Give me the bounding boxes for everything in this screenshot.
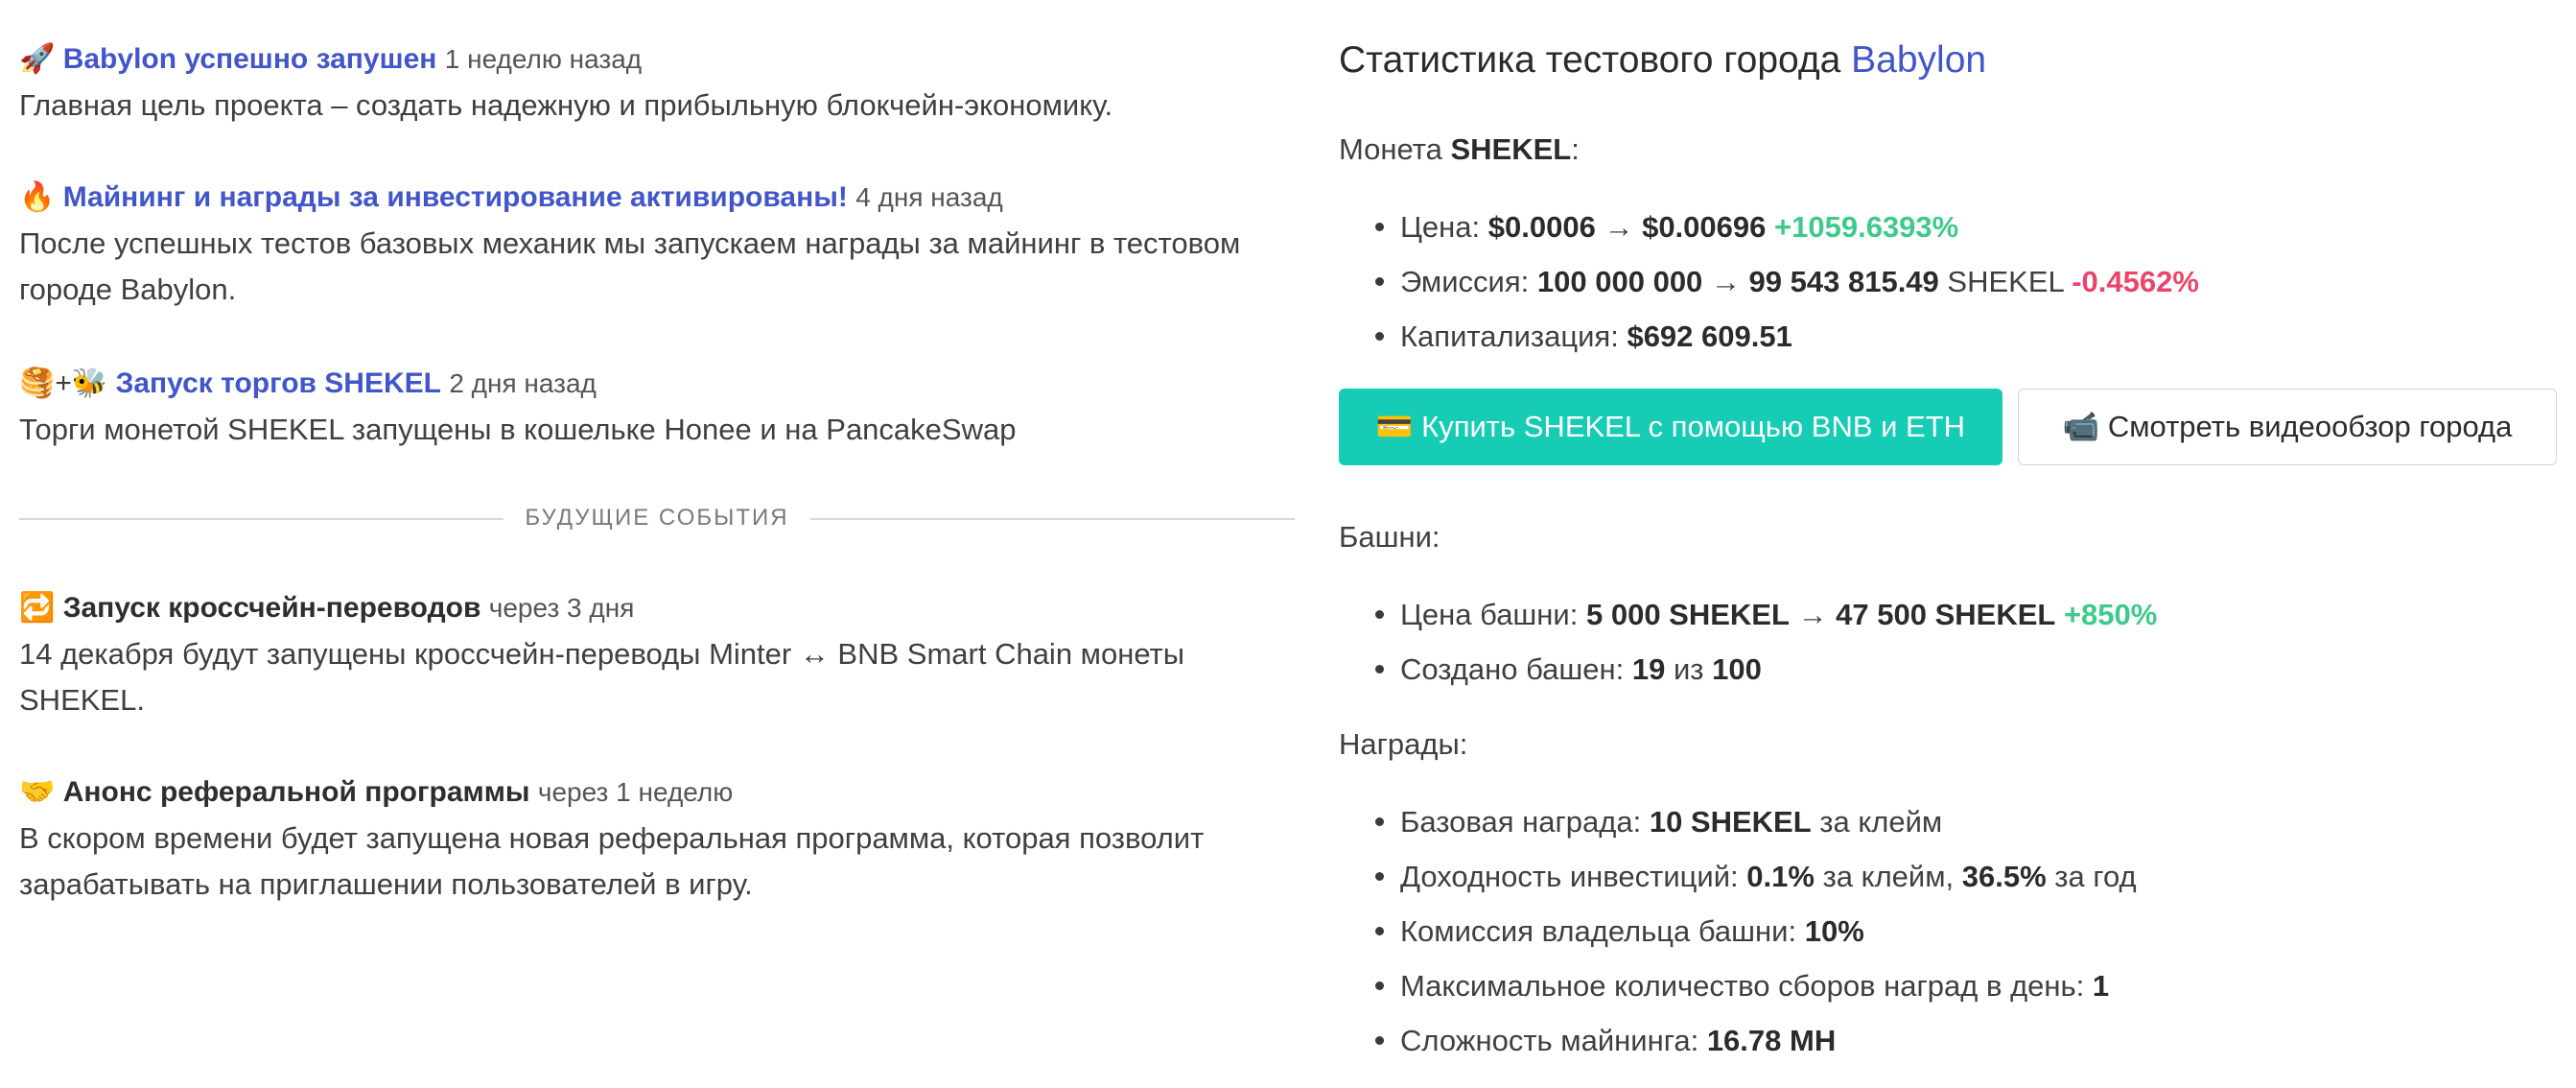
city-name-link[interactable]: Babylon [1851, 39, 1986, 81]
towers-created-row: Создано башен: 19 из 100 [1339, 642, 2157, 697]
per-claim: за клейм [1819, 805, 1943, 839]
difficulty: 16.78 MH [1706, 1024, 1837, 1057]
tower-price-row: Цена башни: 5 000 SHEKEL → 47 500 SHEKEL… [1339, 587, 2157, 642]
price-from: $0.0006 [1487, 210, 1596, 244]
emission-unit: SHEKEL [1947, 265, 2064, 298]
base-reward-value: 10 SHEKEL [1649, 805, 1812, 839]
emission-to: 99 543 815.49 [1748, 265, 1939, 298]
price-change: +1059.6393% [1774, 210, 1959, 244]
news-title-link[interactable]: Майнинг и награды за инвестирование акти… [63, 181, 848, 213]
emission-row: Эмиссия: 100 000 000 → 99 543 815.49 SHE… [1339, 254, 2199, 309]
towers-of: из [1673, 652, 1704, 686]
future-events-label: БУДУЩИЕ СОБЫТИЯ [503, 505, 810, 531]
news-body: Торги монетой SHEKEL запущены в кошельке… [19, 413, 1017, 446]
rewards-label: Награды: [1339, 727, 1468, 761]
stats-title-text: Статистика тестового города [1339, 39, 1841, 81]
tower-price-from: 5 000 SHEKEL [1585, 598, 1790, 631]
fire-icon: 🔥 [19, 181, 56, 213]
yield-year: 36.5% [1961, 860, 2047, 893]
price-label: Цена: [1400, 210, 1481, 244]
base-reward-row: Базовая награда: 10 SHEKEL за клейм [1339, 794, 2137, 849]
cap-value: $692 609.51 [1627, 319, 1792, 353]
emission-from: 100 000 000 [1536, 265, 1703, 298]
rocket-icon: 🚀 [19, 43, 56, 75]
cap-label: Капитализация: [1400, 319, 1619, 353]
tower-price-change: +850% [2063, 598, 2158, 631]
price-row: Цена: $0.0006 → $0.00696 +1059.6393% [1339, 200, 2199, 254]
future-events-divider: БУДУЩИЕ СОБЫТИЯ [19, 503, 1295, 533]
emission-label: Эмиссия: [1400, 265, 1530, 298]
owner-fee-label: Комиссия владельца башни: [1400, 914, 1797, 948]
handshake-icon: 🤝 [19, 776, 56, 808]
future-item: 🤝 Анонс реферальной программы через 1 не… [19, 773, 1295, 908]
tower-price-to: 47 500 SHEKEL [1836, 598, 2056, 631]
tower-price-label: Цена башни: [1400, 598, 1579, 631]
repeat-icon: 🔁 [19, 592, 56, 624]
future-title: Анонс реферальной программы [62, 776, 530, 808]
price-to: $0.00696 [1642, 210, 1767, 244]
coin-label: Монета SHEKEL: [1339, 132, 1580, 166]
news-item: 🚀 Babylon успешно запушен 1 неделю назад… [19, 40, 1295, 129]
future-title: Запуск кроссчейн-переводов [62, 592, 481, 624]
difficulty-row: Сложность майнинга: 16.78 MH [1339, 1013, 2137, 1068]
news-title-link[interactable]: Babylon успешно запушен [63, 43, 437, 75]
owner-fee: 10% [1804, 914, 1864, 948]
per-year: за год [2054, 860, 2137, 893]
future-time: через 1 неделю [537, 777, 734, 807]
emission-change: -0.4562% [2072, 265, 2199, 298]
max-claims-row: Максимальное количество сборов наград в … [1339, 958, 2137, 1013]
base-reward-label: Базовая награда: [1400, 805, 1642, 839]
future-body: 14 декабря будут запущены кроссчейн-пере… [19, 637, 1185, 717]
coin-name: SHEKEL [1450, 132, 1572, 166]
owner-fee-row: Комиссия владельца башни: 10% [1339, 904, 2137, 958]
yield-claim: 0.1% [1746, 860, 1815, 893]
yield-label: Доходность инвестиций: [1400, 860, 1739, 893]
news-title-link[interactable]: Запуск торгов SHEKEL [116, 367, 441, 399]
max-claims: 1 [2092, 969, 2110, 1003]
coin-stats-list: Цена: $0.0006 → $0.00696 +1059.6393% Эми… [1339, 200, 2199, 364]
towers-total: 100 [1712, 652, 1762, 686]
buy-shekel-button[interactable]: 💳 Купить SHEKEL с помощью BNB и ETH [1339, 389, 2002, 465]
news-body: Главная цель проекта – создать надежную … [19, 88, 1113, 122]
max-claims-label: Максимальное количество сборов наград в … [1400, 969, 2085, 1003]
pancake-bee-icon: 🥞+🐝 [19, 367, 108, 399]
news-body: После успешных тестов базовых механик мы… [19, 226, 1241, 306]
watch-video-button[interactable]: 📹 Смотреть видеообзор города [2018, 389, 2557, 465]
news-time: 1 неделю назад [444, 44, 643, 74]
future-time: через 3 дня [488, 593, 635, 623]
future-item: 🔁 Запуск кроссчейн-переводов через 3 дня… [19, 589, 1295, 723]
news-time: 4 дня назад [855, 182, 1003, 212]
towers-created-label: Создано башен: [1400, 652, 1625, 686]
news-item: 🔥 Майнинг и награды за инвестирование ак… [19, 178, 1295, 313]
capitalization-row: Капитализация: $692 609.51 [1339, 309, 2199, 364]
news-time: 2 дня назад [449, 368, 597, 398]
towers-label: Башни: [1339, 520, 1440, 554]
yield-row: Доходность инвестиций: 0.1% за клейм, 36… [1339, 849, 2137, 904]
difficulty-label: Сложность майнинга: [1400, 1024, 1699, 1057]
per-claim: за клейм [1822, 860, 1946, 893]
towers-list: Цена башни: 5 000 SHEKEL → 47 500 SHEKEL… [1339, 587, 2157, 697]
rewards-list: Базовая награда: 10 SHEKEL за клейм Дохо… [1339, 794, 2137, 1068]
towers-created: 19 [1631, 652, 1666, 686]
coin-label-text: Монета [1339, 132, 1442, 166]
future-body: В скором времени будет запущена новая ре… [19, 821, 1205, 901]
news-item: 🥞+🐝 Запуск торгов SHEKEL 2 дня назад Тор… [19, 365, 1295, 453]
stats-title: Статистика тестового города Babylon [1339, 36, 1986, 84]
